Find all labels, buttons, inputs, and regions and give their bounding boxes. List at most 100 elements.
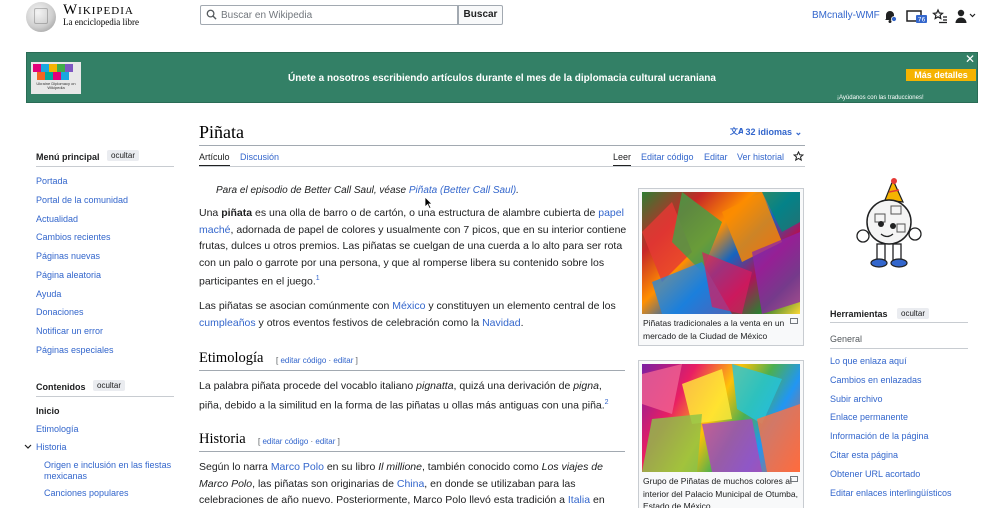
bold-term: piñata — [221, 207, 253, 219]
tool-citar-pagina[interactable]: Citar esta página — [830, 450, 898, 460]
enlarge-icon[interactable] — [790, 476, 798, 482]
toc-item-inicio[interactable]: Inicio — [36, 406, 60, 416]
enlarge-icon[interactable] — [790, 318, 798, 324]
thumbnail-caption: Piñatas tradicionales a la venta en un m… — [642, 314, 800, 342]
text: en su libro — [323, 461, 379, 473]
nav-item-notificar-error[interactable]: Notificar un error — [36, 326, 103, 336]
section-edit-links: [ editar código · editar ] — [276, 356, 358, 365]
inbox-icon[interactable]: 76 — [906, 8, 928, 24]
reference-link[interactable]: 2 — [605, 399, 609, 406]
tool-cambios-enlazadas[interactable]: Cambios en enlazadas — [830, 375, 922, 385]
tab-editar[interactable]: Editar — [704, 152, 728, 162]
hatnote-link[interactable]: Piñata (Better Call Saul) — [409, 185, 516, 196]
search-input[interactable] — [221, 8, 451, 22]
text: La palabra piñata procede del vocablo it… — [199, 380, 417, 392]
tool-enlace-permanente[interactable]: Enlace permanente — [830, 412, 908, 422]
mouse-cursor-icon — [424, 196, 433, 209]
tools-title: Herramientas — [830, 309, 888, 319]
tab-ver-historial[interactable]: Ver historial — [737, 152, 784, 162]
divider — [36, 166, 174, 167]
toc-title: Contenidos — [36, 382, 86, 392]
nav-item-donaciones[interactable]: Donaciones — [36, 307, 84, 317]
text: , las piñatas son originarias de — [252, 477, 397, 490]
heading-divider — [199, 370, 625, 371]
main-menu-hide-button[interactable]: ocultar — [107, 150, 140, 161]
bracket: ] — [353, 356, 358, 365]
hatnote-text: Para el episodio de Better Call Saul, vé… — [216, 185, 409, 196]
wikipedia-globe-icon[interactable] — [26, 2, 56, 32]
text: . — [520, 316, 524, 329]
tab-leer[interactable]: Leer — [613, 152, 631, 162]
nav-item-paginas-especiales[interactable]: Páginas especiales — [36, 345, 114, 355]
heading-etimologia: Etimología — [199, 350, 264, 366]
nav-item-portada[interactable]: Portada — [36, 176, 68, 186]
link-cumpleanos[interactable]: cumpleaños — [199, 317, 256, 329]
toc-item-historia[interactable]: Historia — [36, 442, 67, 452]
user-menu-icon[interactable] — [955, 8, 977, 24]
caption-text: Piñatas tradicionales a la venta en un m… — [643, 318, 785, 341]
link-navidad[interactable]: Navidad — [482, 317, 521, 329]
close-banner-button[interactable]: ✕ — [965, 52, 975, 66]
tool-informacion-pagina[interactable]: Información de la página — [830, 431, 929, 441]
watchlist-icon[interactable] — [932, 8, 948, 24]
language-button[interactable]: 文A 32 idiomas ⌄ — [730, 126, 802, 138]
nav-item-paginas-nuevas[interactable]: Páginas nuevas — [36, 251, 100, 261]
bell-icon[interactable] — [882, 8, 898, 24]
pinatas-market-image[interactable] — [642, 192, 800, 314]
link-mexico[interactable]: México — [392, 300, 425, 312]
user-page-link[interactable]: BMcnally-WMF — [812, 10, 880, 21]
edit-code-link[interactable]: editar código — [262, 437, 308, 446]
toc-subitem-origen[interactable]: Origen e inclusión en las fiestas mexica… — [44, 460, 174, 482]
main-menu-title: Menú principal — [36, 152, 100, 162]
italic-term: pignatta — [416, 380, 454, 392]
divider — [36, 396, 174, 397]
paragraph-historia: Según lo narra Marco Polo en su libro Il… — [199, 459, 627, 508]
edit-link[interactable]: editar — [315, 437, 335, 446]
nav-item-portal-comunidad[interactable]: Portal de la comunidad — [36, 195, 128, 205]
banner-message[interactable]: Únete a nosotros escribiendo artículos d… — [27, 73, 977, 84]
tab-discusion[interactable]: Discusión — [240, 152, 279, 162]
section-edit-links: [ editar código · editar ] — [258, 437, 340, 446]
wikipedia-party-mascot-image — [856, 178, 922, 268]
tab-articulo[interactable]: Artículo — [199, 152, 230, 162]
tab-editar-codigo[interactable]: Editar código — [641, 152, 694, 162]
watch-star-icon[interactable] — [793, 151, 804, 162]
link-marco-polo[interactable]: Marco Polo — [271, 461, 324, 473]
chevron-down-icon[interactable] — [24, 444, 32, 450]
search-box[interactable] — [200, 5, 458, 25]
colorful-pinatas-image — [642, 364, 800, 472]
text: Según lo narra — [199, 461, 271, 473]
link-italia[interactable]: Italia — [568, 494, 590, 506]
nav-item-actualidad[interactable]: Actualidad — [36, 214, 78, 224]
tabs-divider — [199, 166, 805, 167]
reference-link[interactable]: 1 — [316, 275, 320, 282]
thumbnail-caption: Grupo de Piñatas de muchos colores al in… — [642, 472, 800, 508]
notification-count: 76 — [918, 17, 926, 24]
tool-editar-interlinguisticos[interactable]: Editar enlaces interlingüísticos — [830, 488, 952, 498]
divider — [830, 348, 968, 349]
page-title: Piñata — [199, 122, 244, 142]
tool-lo-que-enlaza[interactable]: Lo que enlaza aquí — [830, 356, 907, 366]
toc-item-etimologia[interactable]: Etimología — [36, 424, 79, 434]
nav-item-ayuda[interactable]: Ayuda — [36, 289, 61, 299]
tool-subir-archivo[interactable]: Subir archivo — [830, 394, 883, 404]
hatnote: Para el episodio de Better Call Saul, vé… — [216, 185, 519, 196]
nav-item-pagina-aleatoria[interactable]: Página aleatoria — [36, 270, 101, 280]
tool-url-acortado[interactable]: Obtener URL acortado — [830, 469, 920, 479]
tools-hide-button[interactable]: ocultar — [897, 308, 930, 319]
pinatas-palace-image[interactable] — [642, 364, 800, 472]
pinata-streamers-image — [642, 192, 800, 314]
text: Una — [199, 207, 222, 219]
link-china[interactable]: China — [397, 478, 424, 490]
text: Las piñatas se asocian comúnmente con — [199, 300, 393, 312]
toc-hide-button[interactable]: ocultar — [93, 380, 126, 391]
search-button[interactable]: Buscar — [458, 5, 503, 25]
edit-link[interactable]: editar — [333, 356, 353, 365]
edit-code-link[interactable]: editar código — [280, 356, 326, 365]
toc-subitem-canciones[interactable]: Canciones populares — [44, 488, 129, 498]
more-details-button[interactable]: Más detalles — [906, 69, 976, 81]
nav-item-cambios-recientes[interactable]: Cambios recientes — [36, 232, 111, 242]
banner-help-link[interactable]: ¡Ayúdanos con las traducciones! — [837, 95, 924, 101]
tools-general-heading: General — [830, 334, 863, 344]
paragraph-intro: Una piñata es una olla de barro o de car… — [199, 205, 627, 290]
